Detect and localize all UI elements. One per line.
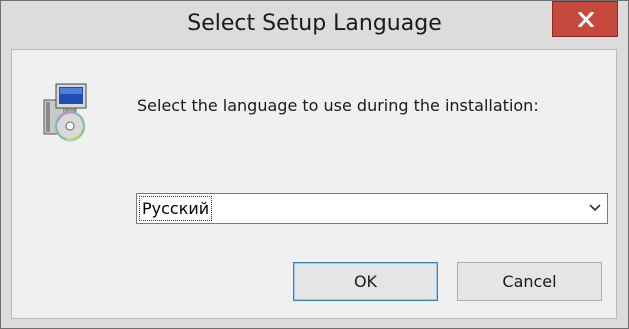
- close-icon: [578, 12, 594, 27]
- setup-installer-icon: [43, 83, 87, 142]
- close-button[interactable]: [552, 1, 618, 37]
- language-prompt: Select the language to use during the in…: [137, 96, 539, 115]
- ok-button[interactable]: OK: [293, 262, 438, 301]
- cancel-button[interactable]: Cancel: [457, 262, 602, 301]
- title-bar[interactable]: Select Setup Language: [1, 1, 628, 49]
- setup-language-dialog: Select Setup Language Select the languag…: [0, 0, 629, 329]
- language-select[interactable]: Русский: [136, 193, 608, 224]
- window-title: Select Setup Language: [187, 11, 442, 36]
- dialog-content: Select the language to use during the in…: [11, 49, 617, 319]
- chevron-down-icon: [589, 204, 601, 212]
- language-select-value: Русский: [139, 196, 213, 221]
